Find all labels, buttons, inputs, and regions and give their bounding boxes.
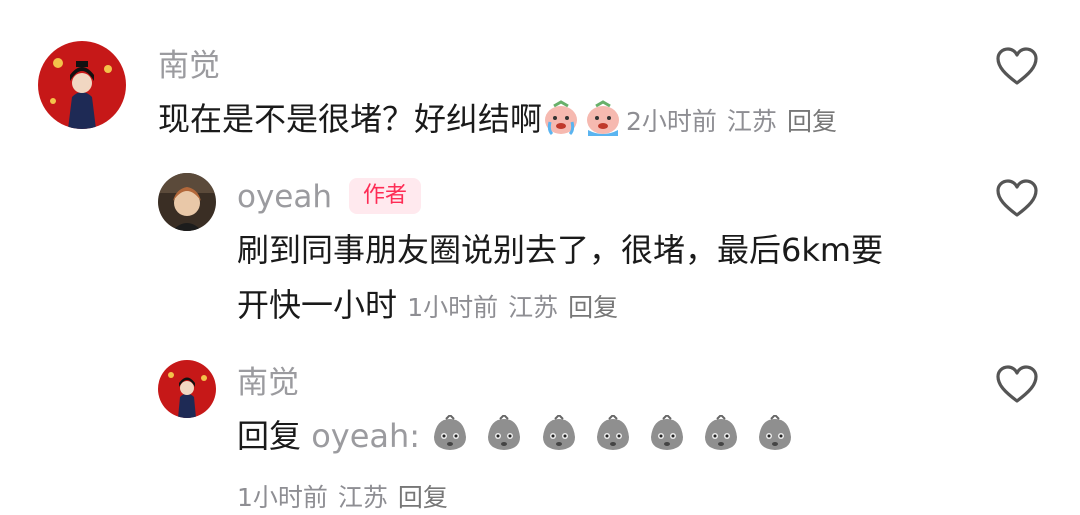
comment-username[interactable]: oyeah [237, 179, 332, 215]
comment-meta: 1小时前 江苏 回复 [237, 478, 458, 514]
reply-button[interactable]: 回复 [787, 107, 837, 136]
comment-text: 回复 oyeah: [237, 413, 799, 464]
comment-username[interactable]: 南觉 [237, 365, 299, 401]
comment-location: 江苏 [508, 293, 559, 322]
avatar-nanjue[interactable] [158, 360, 216, 418]
sweating-face-emoji [430, 413, 470, 464]
sweating-face-emoji [484, 413, 524, 464]
comment-username[interactable]: 南觉 [158, 48, 220, 84]
sweating-face-emoji [539, 413, 579, 464]
comment-time: 1小时前 [407, 293, 499, 322]
comment-time: 1小时前 [237, 483, 328, 512]
emoji-row [430, 413, 799, 455]
crying-face-emoji [542, 100, 580, 147]
reply-button[interactable]: 回复 [398, 483, 448, 512]
comment-meta: 2小时前 江苏 回复 [626, 107, 847, 136]
author-badge: 作者 [349, 178, 422, 214]
like-heart-icon[interactable] [995, 178, 1039, 218]
comment-text-body: 现在是不是很堵？好纠结啊 [158, 100, 543, 138]
comment-text: 现在是不是很堵？好纠结啊 2小时前 江苏 回复 [158, 97, 847, 147]
avatar-oyeah[interactable] [158, 173, 216, 231]
comment-text-line1: 刷到同事朋友圈说别去了，很堵，最后6km要 [237, 231, 884, 269]
avatar-nanjue[interactable] [38, 41, 126, 129]
sweating-face-emoji [647, 413, 687, 464]
reply-prefix: 回复 [237, 417, 302, 455]
mention-link[interactable]: oyeah: [311, 417, 420, 455]
comment-meta: 1小时前 江苏 回复 [407, 293, 628, 322]
sweating-face-emoji [755, 413, 795, 464]
sweating-face-emoji [593, 413, 633, 464]
comment-text-body: 开快一小时 [237, 286, 398, 324]
comment-location: 江苏 [337, 483, 388, 512]
like-heart-icon[interactable] [995, 364, 1039, 404]
reply-button[interactable]: 回复 [568, 293, 618, 322]
comment-location: 江苏 [726, 107, 777, 136]
sweating-face-emoji [701, 413, 741, 464]
like-heart-icon[interactable] [995, 46, 1039, 86]
comment-text-line2: 开快一小时 1小时前 江苏 回复 [237, 283, 628, 330]
crying-face-emoji [584, 100, 622, 147]
comment-time: 2小时前 [626, 107, 717, 136]
